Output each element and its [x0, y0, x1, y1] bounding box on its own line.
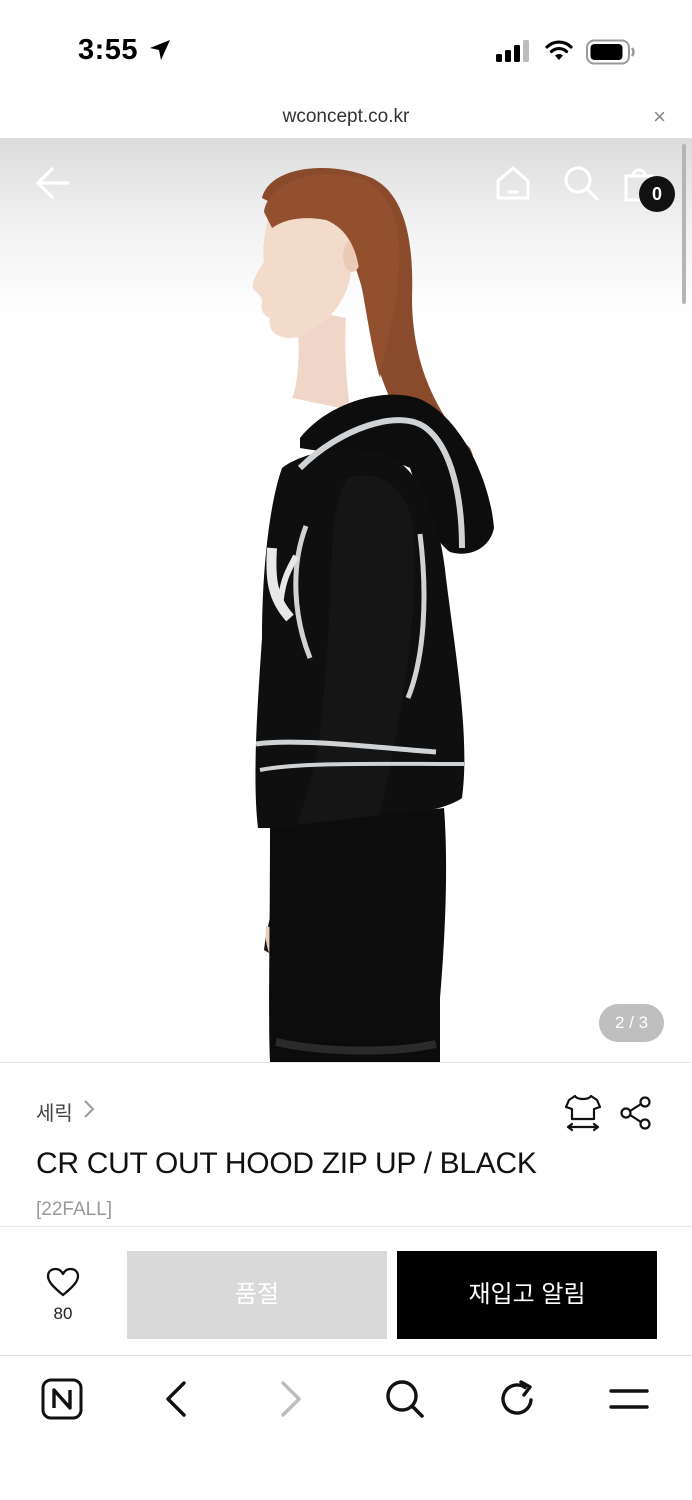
back-arrow-icon[interactable] — [34, 164, 72, 207]
home-icon[interactable] — [494, 164, 532, 207]
restock-alert-button[interactable]: 재입고 알림 — [397, 1251, 657, 1339]
like-button[interactable]: 80 — [36, 1267, 90, 1324]
close-icon[interactable]: × — [653, 106, 666, 128]
back-icon[interactable] — [160, 1378, 192, 1425]
status-bar: 3:55 — [0, 0, 692, 100]
season-tag: [22FALL] — [36, 1199, 113, 1220]
product-image-gallery[interactable]: 0 2 / 3 — [0, 138, 692, 1062]
url-text[interactable]: wconcept.co.kr — [0, 106, 692, 128]
product-info: 세릭 CR CUT OUT HOOD ZIP UP / BLACK [22FAL… — [0, 1062, 692, 1226]
location-arrow-icon — [148, 38, 172, 67]
purchase-bar: 80 품절 재입고 알림 — [0, 1226, 692, 1356]
brand-name[interactable]: 세릭 — [36, 1097, 73, 1126]
brand-link[interactable]: 세릭 — [36, 1097, 95, 1126]
naver-icon[interactable] — [41, 1378, 83, 1425]
status-time: 3:55 — [78, 34, 139, 66]
wifi-icon — [543, 38, 575, 67]
share-icon[interactable] — [619, 1096, 653, 1135]
product-photo — [252, 167, 494, 1062]
heart-icon[interactable] — [46, 1267, 80, 1301]
browser-toolbar — [0, 1356, 692, 1500]
search-icon[interactable] — [562, 164, 600, 207]
menu-icon[interactable] — [608, 1378, 650, 1425]
product-name: CR CUT OUT HOOD ZIP UP / BLACK — [36, 1147, 537, 1180]
scrollbar-thumb[interactable] — [682, 144, 686, 304]
cart-count-badge[interactable]: 0 — [639, 176, 675, 212]
soldout-button[interactable]: 품절 — [127, 1251, 387, 1339]
size-guide-icon[interactable] — [564, 1093, 602, 1138]
url-bar[interactable]: wconcept.co.kr × — [0, 100, 692, 138]
forward-icon[interactable] — [275, 1378, 307, 1425]
cellular-signal-icon — [496, 40, 530, 67]
like-count: 80 — [53, 1304, 73, 1323]
chevron-right-icon — [83, 1099, 95, 1125]
reload-icon[interactable] — [497, 1378, 539, 1425]
search-icon[interactable] — [384, 1378, 426, 1425]
battery-icon — [586, 39, 636, 70]
gallery-page-indicator: 2 / 3 — [599, 1004, 664, 1042]
